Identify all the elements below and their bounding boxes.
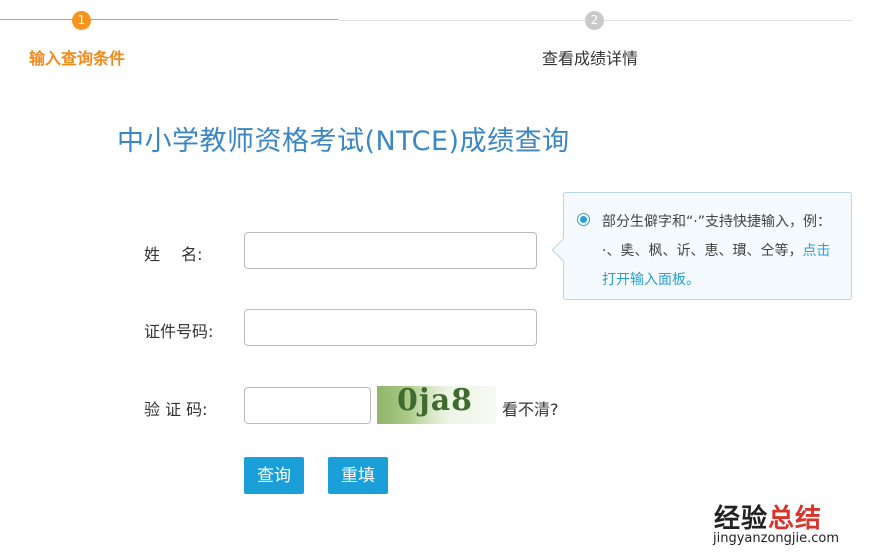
step-2-badge: 2: [585, 11, 604, 30]
watermark-logo: 经验总结: [714, 498, 822, 535]
watermark-black-text: 经验: [714, 504, 769, 534]
captcha-image-text: 0ja8: [397, 386, 474, 418]
name-input[interactable]: [244, 232, 537, 269]
step-2-label: 查看成绩详情: [542, 49, 639, 68]
step-1-badge: 1: [72, 11, 91, 30]
captcha-label: 验 证 码:: [144, 400, 208, 419]
tooltip-text: 部分生僻字和“·”支持快捷输入，例：·、奊、枫、䜣、恵、瑻、仝等，点击打开输入面…: [602, 208, 834, 295]
watermark-red-text: 总结: [768, 504, 823, 534]
id-number-input[interactable]: [244, 309, 537, 346]
captcha-image[interactable]: 0ja8: [377, 386, 496, 424]
step-1-label: 输入查询条件: [29, 49, 126, 68]
info-bullet-icon: [577, 213, 590, 226]
tooltip-message: 部分生僻字和“·”支持快捷输入，例：·、奊、枫、䜣、恵、瑻、仝等，: [602, 214, 824, 259]
input-hint-tooltip: 部分生僻字和“·”支持快捷输入，例：·、奊、枫、䜣、恵、瑻、仝等，点击打开输入面…: [551, 192, 852, 300]
page-title: 中小学教师资格考试(NTCE)成绩查询: [117, 126, 570, 157]
reset-button[interactable]: 重填: [328, 457, 388, 494]
refresh-captcha-link[interactable]: 看不清?: [502, 396, 559, 420]
tooltip-arrow: [551, 238, 575, 262]
captcha-input[interactable]: [244, 387, 371, 424]
query-button[interactable]: 查询: [244, 457, 304, 494]
step-progress-active: [0, 19, 338, 20]
name-label: 姓 名:: [144, 245, 203, 264]
id-number-label: 证件号码:: [144, 322, 214, 341]
watermark-url: jingyanzongjie.com: [713, 531, 840, 546]
